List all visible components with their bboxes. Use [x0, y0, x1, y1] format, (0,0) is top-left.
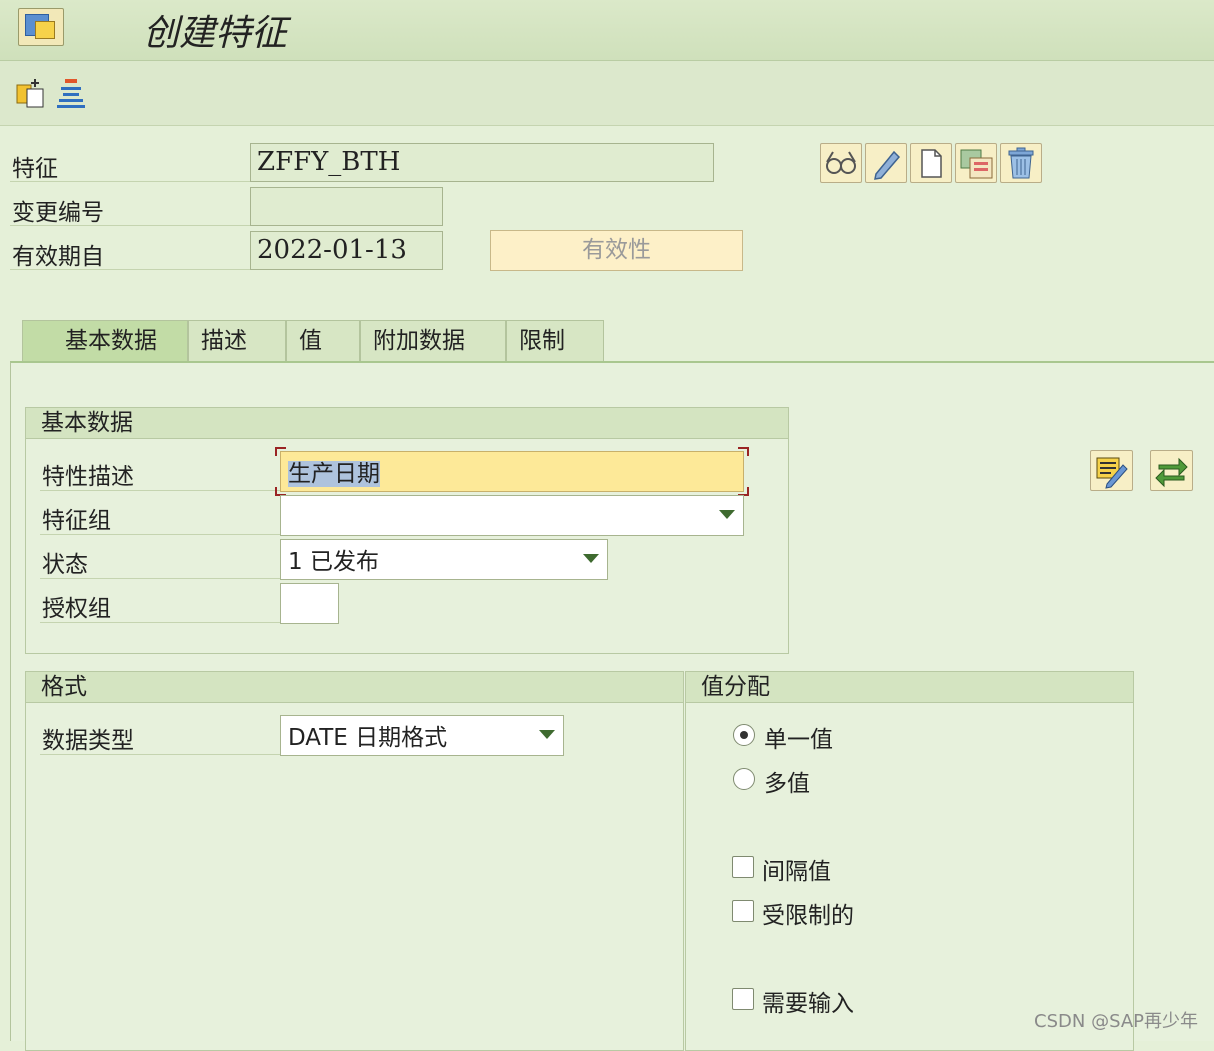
change-number-field[interactable] — [250, 187, 443, 226]
tab-additional-data[interactable]: 附加数据 — [360, 320, 506, 361]
focus-brackets — [275, 447, 749, 496]
single-value-radio[interactable] — [733, 724, 755, 746]
data-type-label: 数据类型 — [42, 728, 134, 754]
characteristic-label: 特征 — [12, 156, 58, 182]
label-underline — [10, 181, 250, 182]
new-document-icon[interactable] — [15, 77, 47, 109]
entry-required-checkbox[interactable] — [732, 988, 754, 1010]
data-type-select[interactable]: DATE 日期格式 — [280, 715, 564, 756]
valid-from-field[interactable]: 2022-01-13 — [250, 231, 443, 270]
chevron-down-icon[interactable] — [539, 730, 555, 739]
text-edit-button[interactable] — [1090, 450, 1133, 491]
interval-values-label: 间隔值 — [762, 859, 831, 885]
value-assignment-group-title: 值分配 — [686, 672, 1133, 703]
multiple-values-radio[interactable] — [733, 768, 755, 790]
label-underline — [10, 269, 250, 270]
app-menu-icon[interactable] — [18, 8, 64, 46]
auth-group-input[interactable] — [280, 583, 339, 624]
label-underline — [40, 622, 280, 623]
copy-button[interactable] — [955, 143, 997, 183]
tab-description[interactable]: 描述 — [188, 320, 286, 361]
entry-required-label: 需要输入 — [762, 991, 854, 1017]
application-toolbar — [0, 61, 1214, 126]
chevron-down-icon[interactable] — [583, 554, 599, 563]
data-type-value: DATE 日期格式 — [288, 725, 448, 751]
create-button[interactable] — [910, 143, 952, 183]
page-title: 创建特征 — [143, 13, 288, 54]
char-group-label: 特征组 — [42, 508, 111, 534]
characteristic-field[interactable]: ZFFY_BTH — [250, 143, 714, 182]
delete-button[interactable] — [1000, 143, 1042, 183]
app-menu-icon-doc — [35, 21, 55, 39]
status-label: 状态 — [42, 552, 88, 578]
restricted-label: 受限制的 — [762, 903, 854, 929]
swap-button[interactable] — [1150, 450, 1193, 491]
label-underline — [40, 578, 280, 579]
change-button[interactable] — [865, 143, 907, 183]
single-value-label: 单一值 — [764, 727, 833, 753]
display-icon — [826, 151, 856, 174]
delete-icon — [1008, 147, 1034, 179]
copy-icon — [960, 149, 993, 179]
label-underline — [40, 490, 280, 491]
description-label: 特性描述 — [42, 464, 134, 490]
change-icon — [874, 150, 901, 180]
chevron-down-icon[interactable] — [719, 510, 735, 519]
display-button[interactable] — [820, 143, 862, 183]
format-group-title: 格式 — [26, 672, 683, 703]
char-group-select[interactable] — [280, 495, 744, 536]
tab-values[interactable]: 值 — [286, 320, 360, 361]
swap-icon — [1155, 457, 1188, 488]
basic-data-group-title: 基本数据 — [26, 408, 788, 439]
auth-group-label: 授权组 — [42, 596, 111, 622]
validity-button[interactable]: 有效性 — [490, 230, 743, 271]
label-underline — [40, 534, 280, 535]
watermark: CSDN @SAP再少年 — [1034, 1011, 1198, 1032]
hierarchy-icon[interactable] — [55, 77, 87, 109]
tab-basic-data[interactable]: 基本数据 — [22, 320, 188, 361]
status-value: 1 已发布 — [288, 549, 379, 575]
status-select[interactable]: 1 已发布 — [280, 539, 608, 580]
label-underline — [10, 225, 250, 226]
valid-from-label: 有效期自 — [12, 244, 104, 270]
create-icon — [921, 149, 942, 178]
label-underline — [40, 754, 280, 755]
text-edit-icon — [1096, 457, 1128, 489]
interval-values-checkbox[interactable] — [732, 856, 754, 878]
multiple-values-label: 多值 — [764, 771, 810, 797]
restricted-checkbox[interactable] — [732, 900, 754, 922]
title-bar: 创建特征 — [0, 0, 1214, 61]
change-number-label: 变更编号 — [12, 200, 104, 226]
tab-restrictions[interactable]: 限制 — [506, 320, 604, 361]
